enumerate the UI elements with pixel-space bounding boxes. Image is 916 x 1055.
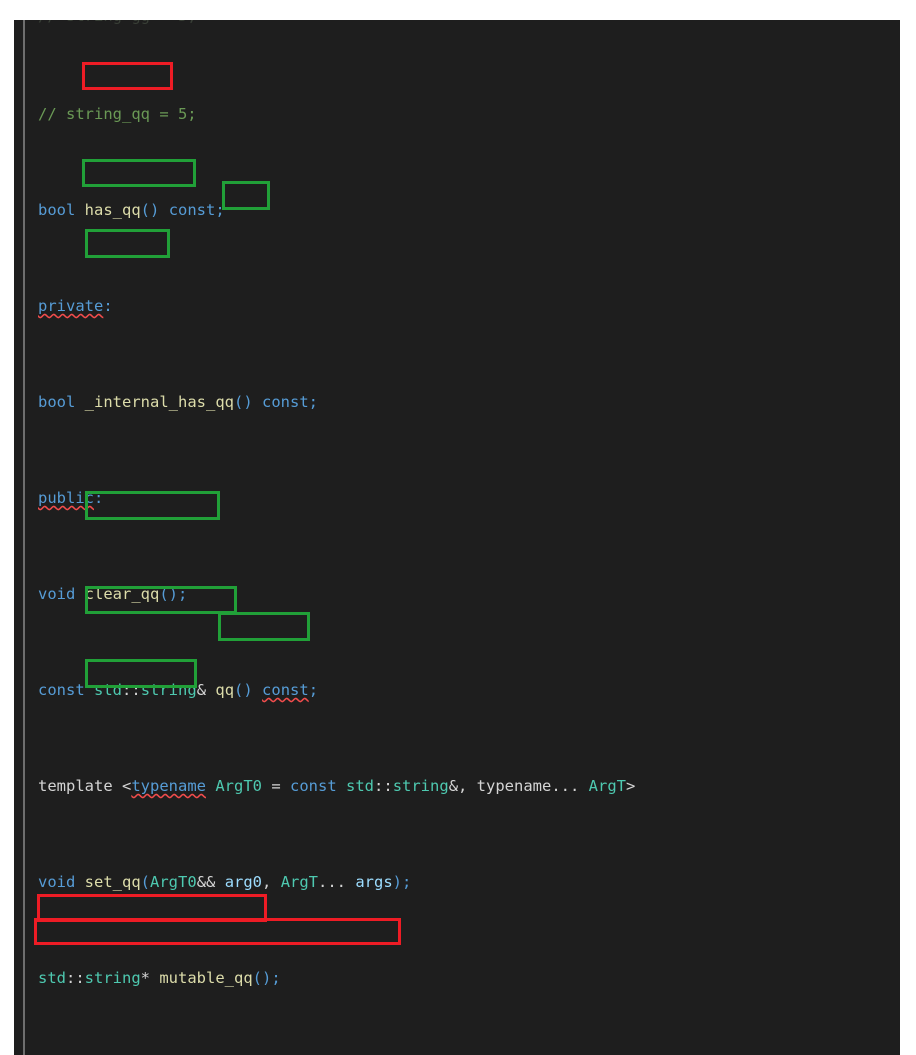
token-function-set-qq: set_qq: [84, 873, 141, 891]
code-line[interactable]: private:: [38, 294, 900, 318]
screenshot-root: // string gg = 5; // string_qq = 5; bool…: [0, 0, 916, 1055]
token-access-private: private: [38, 297, 104, 315]
token-function-qq: qq: [215, 681, 235, 699]
code-line[interactable]: void set_qq(ArgT0&& arg0, ArgT... args);: [38, 870, 900, 894]
editor-gutter: [14, 20, 25, 1055]
token-comment: // string_qq = 5;: [38, 105, 197, 123]
code-content[interactable]: // string_qq = 5; bool has_qq() const; p…: [26, 30, 900, 1055]
partial-line-text: // string gg = 5;: [38, 20, 197, 28]
code-line[interactable]: // string_qq = 5;: [38, 102, 900, 126]
code-line[interactable]: public:: [38, 486, 900, 510]
gutter-indent-guide: [23, 20, 25, 1055]
code-line[interactable]: bool _internal_has_qq() const;: [38, 390, 900, 414]
scrolled-off-line-strip: // string gg = 5;: [14, 20, 900, 30]
code-line[interactable]: bool has_qq() const;: [38, 198, 900, 222]
token-keyword: bool: [38, 201, 76, 219]
code-line[interactable]: template <typename ArgT0 = const std::st…: [38, 774, 900, 798]
code-line[interactable]: const std::string& qq() const;: [38, 678, 900, 702]
token-function-mutable-qq: mutable_qq: [159, 969, 253, 987]
token-access-public: public: [38, 489, 94, 507]
code-line[interactable]: std::string* mutable_qq();: [38, 966, 900, 990]
token-function-has-qq: has_qq: [84, 201, 141, 219]
token-function-internal-has-qq: _internal_has_qq: [84, 393, 234, 411]
code-editor-panel[interactable]: // string gg = 5; // string_qq = 5; bool…: [14, 20, 900, 1055]
token-function-clear-qq: clear_qq: [84, 585, 160, 603]
code-line[interactable]: void clear_qq();: [38, 582, 900, 606]
